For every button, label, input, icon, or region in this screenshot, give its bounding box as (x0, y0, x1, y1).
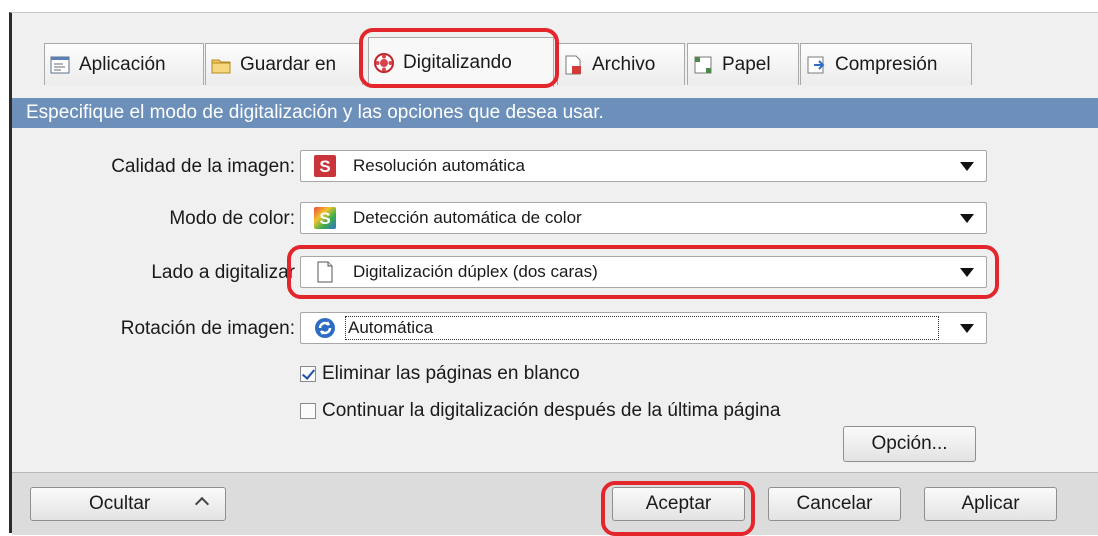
continue-scanning-label: Continuar la digitalización después de l… (322, 400, 781, 421)
tab-scanning[interactable]: Digitalizando (368, 37, 554, 87)
tab-application-label: Aplicación (79, 53, 166, 75)
scansnap-red-icon: S (313, 154, 337, 178)
compression-icon (805, 54, 827, 76)
tab-scanning-label: Digitalizando (403, 51, 512, 73)
cancel-button[interactable]: Cancelar (768, 487, 901, 521)
file-icon (562, 54, 584, 76)
option-button[interactable]: Opción... (843, 426, 976, 462)
checkbox-unchecked-icon[interactable] (300, 403, 316, 419)
chevron-down-icon (960, 323, 974, 333)
hide-button[interactable]: Ocultar (30, 487, 226, 521)
tab-save-to[interactable]: Guardar en (205, 43, 363, 85)
apply-button[interactable]: Aplicar (924, 487, 1057, 521)
chevron-up-icon (194, 496, 210, 512)
tab-compression-label: Compresión (835, 53, 938, 75)
continue-scanning-checkbox[interactable]: Continuar la digitalización después de l… (300, 400, 780, 422)
image-quality-select[interactable]: S Resolución automática (300, 150, 987, 182)
chevron-down-icon (960, 161, 974, 171)
paper-icon (692, 54, 714, 76)
svg-text:S: S (319, 209, 330, 228)
hide-button-label: Ocultar (89, 493, 151, 514)
rotation-label: Rotación de imagen: (120, 318, 295, 339)
tab-paper[interactable]: Papel (687, 43, 799, 85)
tab-file-label: Archivo (592, 53, 656, 75)
scan-icon (373, 52, 395, 74)
rotate-icon (313, 316, 337, 340)
remove-blank-pages-checkbox[interactable]: Eliminar las páginas en blanco (300, 363, 580, 385)
remove-blank-pages-label: Eliminar las páginas en blanco (322, 363, 580, 384)
tab-save-to-label: Guardar en (240, 53, 337, 75)
svg-text:S: S (319, 157, 330, 176)
description-bar: Especifique el modo de digitalización y … (12, 98, 1098, 128)
scan-side-select[interactable]: Digitalización dúplex (dos caras) (300, 256, 987, 288)
tab-strip: Aplicación Guardar en Digitalizando Arch… (12, 13, 1098, 87)
rotation-value: Automática (345, 316, 960, 340)
scansnap-color-icon: S (313, 206, 337, 230)
tab-compression[interactable]: Compresión (800, 43, 972, 85)
tab-file[interactable]: Archivo (557, 43, 685, 85)
settings-dialog: Aplicación Guardar en Digitalizando Arch… (9, 12, 1098, 536)
bottom-bar: Ocultar Aceptar Cancelar Aplicar (12, 472, 1098, 535)
image-quality-value: Resolución automática (353, 156, 525, 175)
color-mode-value: Detección automática de color (353, 208, 582, 227)
scan-side-value: Digitalización dúplex (dos caras) (353, 262, 598, 281)
folder-icon (210, 54, 232, 76)
application-icon (49, 54, 71, 76)
scan-side-label: Lado a digitalizar (151, 262, 295, 283)
color-mode-select[interactable]: S Detección automática de color (300, 202, 987, 234)
accept-button[interactable]: Aceptar (612, 487, 745, 521)
tab-paper-label: Papel (722, 53, 771, 75)
checkbox-checked-icon[interactable] (300, 366, 316, 382)
image-quality-label: Calidad de la imagen: (111, 156, 295, 177)
duplex-page-icon (313, 260, 337, 284)
rotation-select[interactable]: Automática (300, 312, 987, 344)
color-mode-label: Modo de color: (169, 208, 295, 229)
tab-application[interactable]: Aplicación (44, 43, 204, 85)
chevron-down-icon (960, 213, 974, 223)
chevron-down-icon (960, 267, 974, 277)
